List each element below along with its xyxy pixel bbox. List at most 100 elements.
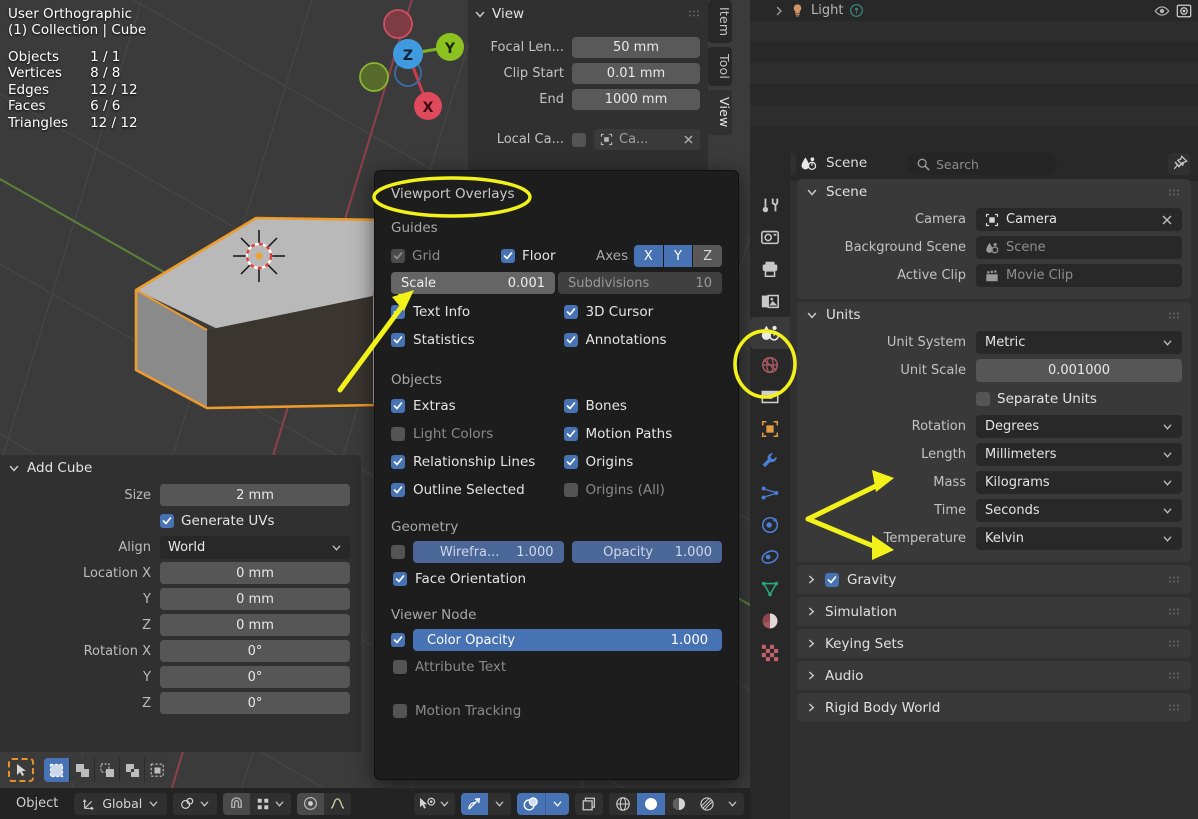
outline-selected-checkbox[interactable]: Outline Selected — [389, 476, 552, 504]
tab-texture[interactable] — [750, 637, 790, 669]
background-scene-field[interactable]: Scene — [976, 236, 1182, 259]
select-invert-button[interactable] — [119, 758, 144, 782]
proportional-editing-toggle[interactable] — [297, 792, 325, 815]
relationship-lines-checkbox[interactable]: Relationship Lines — [389, 448, 552, 476]
motion-tracking-checkbox[interactable]: Motion Tracking — [375, 697, 738, 725]
tab-scene[interactable] — [750, 317, 790, 349]
unit-system-dropdown[interactable]: Metric — [976, 331, 1182, 354]
focal-length-field[interactable]: 50 mm — [572, 37, 700, 58]
close-icon[interactable] — [1161, 214, 1173, 226]
mode-selector[interactable]: Object — [6, 796, 68, 811]
location-z-field[interactable]: 0 mm — [160, 614, 350, 636]
view-panel-header[interactable]: View — [468, 0, 708, 27]
tab-view[interactable]: View — [708, 90, 732, 135]
pin-icon[interactable] — [1172, 155, 1188, 171]
select-intersect-button[interactable] — [144, 758, 169, 782]
simulation-panel-header[interactable]: Simulation — [797, 597, 1191, 626]
tab-material[interactable] — [750, 605, 790, 637]
audio-panel-header[interactable]: Audio — [797, 661, 1191, 690]
time-units-dropdown[interactable]: Seconds — [976, 499, 1182, 522]
local-camera-checkbox[interactable] — [572, 132, 586, 147]
axis-x-toggle[interactable]: X — [634, 245, 663, 267]
tab-modifiers[interactable] — [750, 445, 790, 477]
mass-units-dropdown[interactable]: Kilograms — [976, 471, 1182, 494]
tab-world[interactable] — [750, 349, 790, 381]
tab-collection[interactable] — [750, 381, 790, 413]
snap-target-button[interactable] — [250, 793, 291, 815]
text-info-checkbox[interactable]: Text Info — [389, 298, 552, 326]
size-field[interactable]: 2 mm — [160, 484, 350, 506]
wireframe-slider[interactable]: Wirefra... 1.000 — [413, 541, 564, 563]
origins-checkbox[interactable]: Origins — [562, 448, 725, 476]
rotation-x-field[interactable]: 0° — [160, 640, 350, 662]
transform-orientation-selector[interactable]: Global — [74, 792, 168, 815]
eye-icon[interactable] — [1154, 3, 1170, 19]
align-dropdown[interactable]: World — [160, 535, 350, 559]
tab-output[interactable] — [750, 253, 790, 285]
select-extend-button[interactable] — [69, 758, 94, 782]
attribute-text-checkbox[interactable]: Attribute Text — [375, 653, 738, 681]
overlays-options-button[interactable] — [545, 792, 569, 815]
camera-field[interactable]: Camera — [976, 208, 1182, 231]
bones-checkbox[interactable]: Bones — [562, 392, 725, 420]
gravity-panel-header[interactable]: Gravity — [797, 565, 1191, 594]
tab-tool[interactable] — [750, 189, 790, 221]
tab-item[interactable]: Item — [708, 0, 732, 44]
axis-z-toggle[interactable]: Z — [692, 245, 722, 267]
navigation-gizmo[interactable]: Z Y X — [352, 2, 464, 120]
outliner-editor[interactable]: Light — [750, 0, 1198, 147]
tab-view-layer[interactable] — [750, 285, 790, 317]
rotation-y-field[interactable]: 0° — [160, 666, 350, 688]
proportional-falloff-button[interactable] — [324, 793, 351, 815]
location-x-field[interactable]: 0 mm — [160, 562, 350, 584]
tab-constraints[interactable] — [750, 541, 790, 573]
annotations-checkbox[interactable]: Annotations — [562, 326, 725, 354]
axis-y-toggle[interactable]: Y — [662, 245, 693, 267]
local-camera-field[interactable]: Ca... — [594, 129, 700, 150]
rotation-units-dropdown[interactable]: Degrees — [976, 415, 1182, 438]
show-overlays-toggle[interactable] — [517, 792, 545, 815]
shading-wireframe-button[interactable] — [609, 793, 637, 815]
unit-scale-field[interactable]: 0.001000 — [976, 359, 1182, 382]
gizmo-options-button[interactable] — [488, 793, 511, 815]
pivot-point-selector[interactable] — [173, 792, 218, 815]
tweak-tool-button[interactable] — [8, 758, 34, 782]
extras-checkbox[interactable]: Extras — [389, 392, 552, 420]
units-panel-header[interactable]: Units — [797, 302, 1191, 328]
shading-options-button[interactable] — [721, 793, 744, 815]
snap-toggle-button[interactable] — [223, 792, 251, 815]
shading-material-button[interactable] — [665, 793, 693, 815]
length-units-dropdown[interactable]: Millimeters — [976, 443, 1182, 466]
camera-render-icon[interactable] — [1176, 3, 1192, 19]
location-y-field[interactable]: 0 mm — [160, 588, 350, 610]
scene-panel-header[interactable]: Scene — [797, 179, 1191, 205]
face-orientation-checkbox[interactable]: Face Orientation — [375, 565, 738, 593]
color-opacity-checkbox[interactable] — [391, 633, 405, 647]
shading-rendered-button[interactable] — [693, 793, 721, 815]
tab-particles[interactable] — [750, 477, 790, 509]
add-cube-panel-header[interactable]: Add Cube — [0, 455, 361, 481]
clip-start-field[interactable]: 0.01 mm — [572, 63, 700, 84]
color-opacity-slider[interactable]: Color Opacity 1.000 — [413, 629, 722, 651]
tab-object[interactable] — [750, 413, 790, 445]
rotation-z-field[interactable]: 0° — [160, 692, 350, 714]
select-subtract-button[interactable] — [94, 758, 119, 782]
gravity-checkbox[interactable] — [825, 572, 839, 587]
visibility-selector[interactable] — [414, 792, 455, 815]
tab-render[interactable] — [750, 221, 790, 253]
motion-paths-checkbox[interactable]: Motion Paths — [562, 420, 725, 448]
grid-scale-field[interactable]: Scale 0.001 — [391, 272, 555, 294]
wireframe-checkbox[interactable] — [391, 545, 405, 559]
generate-uvs-checkbox[interactable]: Generate UVs — [160, 513, 350, 529]
temperature-units-dropdown[interactable]: Kelvin — [976, 527, 1182, 550]
active-clip-field[interactable]: Movie Clip — [976, 264, 1182, 287]
opacity-slider[interactable]: Opacity 1.000 — [571, 541, 722, 563]
origins-all-checkbox[interactable]: Origins (All) — [562, 476, 725, 504]
xray-toggle-button[interactable] — [575, 792, 603, 815]
floor-checkbox[interactable]: Floor — [501, 248, 596, 264]
chevron-right-icon[interactable] — [774, 6, 784, 16]
grid-subdivisions-field[interactable]: Subdivisions 10 — [558, 272, 722, 294]
rigid-body-world-panel-header[interactable]: Rigid Body World — [797, 693, 1191, 722]
light-colors-checkbox[interactable]: Light Colors — [389, 420, 552, 448]
clip-end-field[interactable]: 1000 mm — [572, 89, 700, 110]
